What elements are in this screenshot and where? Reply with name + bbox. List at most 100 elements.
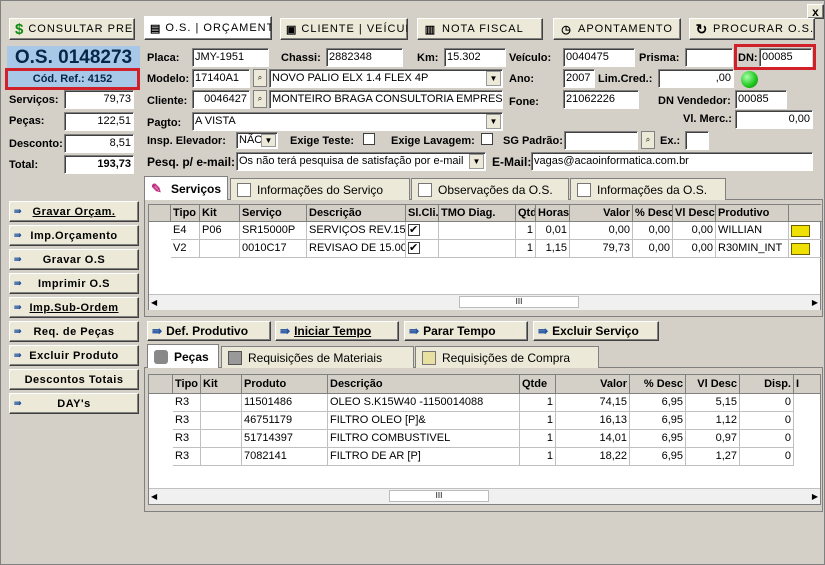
pagto-select[interactable]: A VISTA ▼ [192, 112, 503, 131]
ano-field[interactable]: 2007 [563, 69, 595, 88]
exige-lavagem-checkbox[interactable] [481, 133, 493, 146]
modelo-lookup-button[interactable]: ⌕ [253, 69, 267, 87]
tab-req-compra[interactable]: Requisições de Compra [415, 346, 599, 368]
cell-produtivo: WILLIAN [716, 222, 789, 240]
col-header-pdesc[interactable]: % Desc [630, 375, 686, 394]
placa-label: Placa: [147, 52, 180, 64]
col-header-kit[interactable]: Kit [200, 205, 240, 222]
tab-info-os[interactable]: Informações da O.S. [570, 178, 726, 200]
parar-tempo-button[interactable]: ⇛ Parar Tempo [404, 321, 528, 341]
sg-padrao-lookup-button[interactable]: ⌕ [641, 131, 655, 149]
col-header-produto[interactable]: Produto [242, 375, 328, 394]
scroll-thumb[interactable]: III [459, 296, 579, 308]
sg-padrao-field[interactable] [564, 131, 638, 150]
email-field[interactable]: vagas@acaoinformatica.com.br [531, 152, 813, 171]
cell-pdesc: 6,95 [630, 394, 686, 412]
km-field[interactable]: 15.302 [444, 48, 506, 67]
scroll-thumb[interactable]: III [389, 490, 489, 502]
arrow-icon: ⇛ [14, 206, 23, 216]
cliente-veiculo-button[interactable]: ▣CLIENTE | VEÍCULO [280, 18, 408, 40]
col-header-tipo[interactable]: Tipo [173, 375, 201, 394]
cliente-code-field[interactable]: 0046427 [192, 90, 250, 109]
cliente-lookup-button[interactable]: ⌕ [253, 90, 267, 108]
excluir-produto-button[interactable]: ⇛ Excluir Produto [9, 345, 139, 366]
total-label: Total: [9, 159, 39, 171]
close-button[interactable]: x [807, 4, 824, 19]
col-header-tipo[interactable]: Tipo [171, 205, 200, 222]
col-header-i[interactable]: I [794, 375, 820, 394]
descontos-totais-button[interactable]: Descontos Totais [9, 369, 139, 390]
fone-field[interactable]: 21062226 [563, 90, 639, 109]
col-header-valor[interactable]: Valor [556, 375, 630, 394]
cell-slcli[interactable] [406, 222, 439, 240]
cell-servico: 0010C17 [240, 240, 307, 258]
pesq-email-select[interactable]: Os não terá pesquisa de satisfação por e… [236, 152, 486, 171]
col-header-descricao[interactable]: Descrição [307, 205, 406, 222]
chassi-field[interactable]: 2882348 [326, 48, 403, 67]
insp-elevador-select[interactable]: NÃO ▼ [236, 132, 278, 149]
imp-orcamento-button[interactable]: ⇛ Imp.Orçamento [9, 225, 139, 246]
col-header-vldesc[interactable]: Vl Desc [673, 205, 716, 222]
col-header-valor[interactable]: Valor [570, 205, 633, 222]
services-hscrollbar[interactable]: ◀ III ▶ [149, 294, 820, 310]
modelo-select[interactable]: NOVO PALIO ELX 1.4 FLEX 4P ▼ [269, 69, 503, 88]
col-header-tmo[interactable]: TMO Diag. [439, 205, 516, 222]
imp-sub-ordem-button[interactable]: ⇛ Imp.Sub-Ordem [9, 297, 139, 318]
dn-vendedor-field[interactable]: 00085 [735, 90, 787, 109]
cell-disp: 0 [740, 430, 794, 448]
gravar-os-button[interactable]: ⇛ Gravar O.S [9, 249, 139, 270]
excluir-servico-button[interactable]: ⇛ Excluir Serviço [533, 321, 659, 341]
cell-slcli[interactable] [406, 240, 439, 258]
col-header-horas[interactable]: Horas [536, 205, 570, 222]
col-header-extra [789, 205, 822, 222]
col-header-servico[interactable]: Serviço [240, 205, 307, 222]
scroll-right-icon: ▶ [811, 298, 818, 307]
total-field: 193,73 [64, 155, 134, 174]
tab-info-servico[interactable]: Informações do Serviço [230, 178, 410, 200]
cell-vldesc: 1,27 [686, 448, 740, 466]
procurar-os-button[interactable]: ↻ PROCURAR O.S. [689, 18, 815, 40]
col-header-vldesc[interactable]: Vl Desc [686, 375, 740, 394]
insp-value: NÃO [239, 134, 263, 146]
tab-os-orcamento[interactable]: ▤ O.S. | ORÇAMENTO [144, 16, 272, 40]
arrow-icon: ⇛ [152, 324, 163, 338]
def-produtivo-button[interactable]: ⇛ Def. Produtivo [147, 321, 271, 341]
tab-pecas[interactable]: Peças [147, 344, 219, 368]
veiculo-field[interactable]: 0040475 [563, 48, 635, 67]
imprimir-os-button[interactable]: ⇛ Imprimir O.S [9, 273, 139, 294]
dn-field[interactable]: 00085 [759, 48, 812, 67]
cell-vldesc: 0,00 [673, 222, 716, 240]
col-header-pdesc[interactable]: % Desc [633, 205, 673, 222]
ex-field[interactable] [685, 131, 709, 150]
cell-pdesc: 0,00 [633, 222, 673, 240]
col-header-qtde[interactable]: Qtde [520, 375, 556, 394]
col-header-produtivo[interactable]: Produtivo [716, 205, 789, 222]
cell-tipo: E4 [171, 222, 200, 240]
modelo-code-field[interactable]: 17140A1 [192, 69, 250, 88]
iniciar-tempo-button[interactable]: ⇛ Iniciar Tempo [275, 321, 399, 341]
placa-field[interactable]: JMY-1951 [192, 48, 269, 67]
col-header-kit[interactable]: Kit [201, 375, 242, 394]
nota-fiscal-button[interactable]: ▥ NOTA FISCAL [417, 18, 543, 40]
gravar-orcamento-button[interactable]: ⇛ Gravar Orçam. [9, 201, 139, 222]
cell-kit [201, 430, 242, 448]
cell-folder[interactable] [789, 222, 822, 240]
tab-req-materiais[interactable]: Requisições de Materiais [221, 346, 414, 368]
exige-teste-checkbox[interactable] [363, 133, 375, 146]
col-header-descricao[interactable]: Descrição [328, 375, 520, 394]
cell-valor: 18,22 [556, 448, 630, 466]
vlmerc-field[interactable]: 0,00 [735, 110, 813, 129]
tab-obs-os[interactable]: Observações da O.S. [411, 178, 569, 200]
parts-hscrollbar[interactable]: ◀ III ▶ [149, 488, 820, 504]
cell-folder[interactable] [789, 240, 822, 258]
req-pecas-button[interactable]: ⇛ Req. de Peças [9, 321, 139, 342]
prisma-field[interactable] [685, 48, 733, 67]
days-button[interactable]: ⇛ DAY's [9, 393, 139, 414]
col-header-disp[interactable]: Disp. [740, 375, 794, 394]
pagto-label: Pagto: [147, 117, 182, 129]
tab-servicos[interactable]: ✎ Serviços [144, 176, 228, 200]
col-header-qtd[interactable]: Qtd [516, 205, 536, 222]
col-header-slcli[interactable]: Sl.Cli. [406, 205, 439, 222]
apontamento-button[interactable]: ◷ APONTAMENTO [553, 18, 681, 40]
consultar-preco-button[interactable]: $CONSULTAR PREÇO [9, 18, 135, 40]
